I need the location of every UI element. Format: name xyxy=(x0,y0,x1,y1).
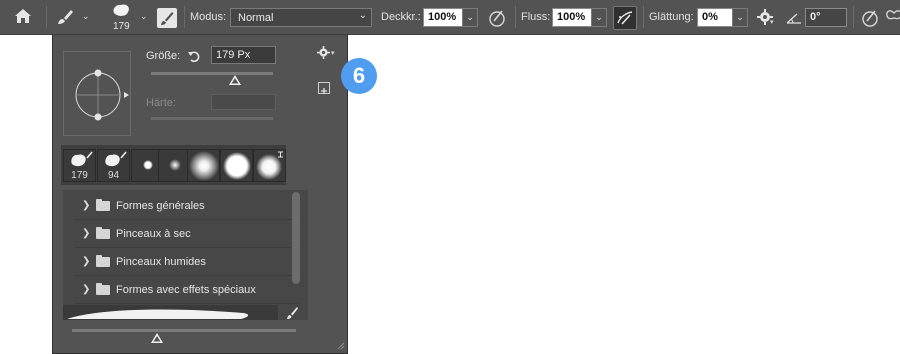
folder-label: Formes générales xyxy=(116,200,205,212)
brush-size-label: 179 xyxy=(71,170,88,181)
mode-value: Normal xyxy=(238,12,274,24)
folder-label: Pinceaux humides xyxy=(116,256,206,268)
hard-round-brush-icon xyxy=(223,152,251,180)
hardness-slider-track[interactable] xyxy=(151,117,273,120)
chevron-right-icon: ❯ xyxy=(82,200,91,211)
brush-settings-icon xyxy=(161,12,174,25)
opacity-dropdown[interactable]: ⌄ xyxy=(462,8,478,27)
butterfly-icon xyxy=(886,10,900,20)
gear-icon xyxy=(317,46,330,59)
flow-label: Fluss: xyxy=(521,11,551,23)
hardness-label: Härte: xyxy=(146,97,176,109)
home-button[interactable] xyxy=(14,8,36,28)
size-slider-track[interactable] xyxy=(151,72,273,75)
folder-label: Formes avec effets spéciaux xyxy=(116,284,256,296)
brush-icon xyxy=(58,10,73,24)
flow-dropdown[interactable]: ⌄ xyxy=(591,8,607,27)
brush-angle-roundness-control xyxy=(75,69,129,121)
size-field[interactable]: 179 Px xyxy=(211,46,276,64)
folder-icon xyxy=(96,199,110,211)
mode-select[interactable]: Normal ⌄ xyxy=(230,8,372,27)
pressure-size-icon xyxy=(862,10,878,27)
recent-brush-tile[interactable] xyxy=(220,149,253,182)
brush-icon xyxy=(287,307,298,319)
soft-round-pressure-brush-icon xyxy=(256,151,283,180)
brush-stroke-preview[interactable] xyxy=(63,305,278,320)
folder-row[interactable]: ❯ Formes avec effets spéciaux xyxy=(74,276,301,304)
brush-size-readout: 179 xyxy=(113,21,130,32)
preview-size-slider-track[interactable] xyxy=(72,329,296,332)
angle-field[interactable]: 0° xyxy=(805,8,847,27)
step-callout-badge: 6 xyxy=(341,58,377,94)
folder-icon xyxy=(96,255,110,267)
separator xyxy=(515,6,516,28)
brush-tip-icon xyxy=(105,151,127,167)
folder-icon xyxy=(96,227,110,239)
folder-icon xyxy=(96,283,110,295)
panel-settings-button[interactable]: ▾ xyxy=(317,46,337,62)
tool-preset-chevron[interactable]: ⌄ xyxy=(82,11,90,22)
brush-preset-picker[interactable]: 179 xyxy=(108,3,136,33)
folder-row[interactable]: ❯ Pinceaux humides xyxy=(74,248,301,276)
folder-row[interactable]: ❯ Pinceaux à sec xyxy=(74,220,301,248)
brush-size-label: 94 xyxy=(107,170,120,181)
new-preset-icon xyxy=(321,88,327,94)
separator xyxy=(46,6,47,28)
preview-size-slider-handle[interactable] xyxy=(151,333,163,343)
smoothing-dropdown[interactable]: ⌄ xyxy=(732,8,748,27)
pressure-opacity-icon xyxy=(489,10,505,27)
opacity-label: Deckkr.: xyxy=(381,11,421,23)
opacity-field[interactable]: 100% xyxy=(423,8,463,27)
reset-icon[interactable] xyxy=(187,49,201,63)
new-preset-button[interactable] xyxy=(318,82,330,94)
folder-row[interactable]: ❯ Formes générales xyxy=(74,192,301,220)
hardness-field[interactable] xyxy=(211,94,276,110)
brush-tip-icon xyxy=(113,4,129,16)
brush-angle-preview[interactable] xyxy=(63,51,131,136)
smoothing-options-button[interactable]: ▾ xyxy=(757,9,779,29)
brush-tip-icon xyxy=(71,151,93,167)
recent-brush-tile[interactable]: 94 xyxy=(97,149,130,182)
symmetry-button[interactable] xyxy=(884,8,900,28)
chevron-down-icon: ⌄ xyxy=(358,10,367,21)
brush-folder-list: ❯ Formes générales ❯ Pinceaux à sec ❯ Pi… xyxy=(63,190,308,320)
brush-tool-button[interactable] xyxy=(56,8,76,28)
resize-grip-icon[interactable] xyxy=(335,340,345,350)
flow-field[interactable]: 100% xyxy=(552,8,592,27)
separator xyxy=(643,6,644,28)
angle-icon xyxy=(786,13,801,24)
brush-settings-button[interactable] xyxy=(157,8,177,28)
chevron-right-icon: ❯ xyxy=(82,256,91,267)
mode-label: Modus: xyxy=(190,11,227,23)
chevron-down-icon: ▾ xyxy=(331,50,335,57)
home-icon xyxy=(15,9,31,23)
brush-preset-chevron[interactable]: ⌄ xyxy=(140,11,148,22)
pressure-opacity-button[interactable] xyxy=(487,8,507,28)
folder-label: Pinceaux à sec xyxy=(116,228,191,240)
chevron-right-icon: ❯ xyxy=(82,228,91,239)
separator xyxy=(184,6,185,28)
recent-brush-tile[interactable]: 179 xyxy=(63,149,96,182)
smoothing-field[interactable]: 0% xyxy=(697,8,733,27)
chevron-down-icon: ▾ xyxy=(770,19,774,26)
size-label: Größe: xyxy=(146,50,181,62)
soft-round-brush-icon xyxy=(189,151,219,181)
chevron-right-icon: ❯ xyxy=(82,284,91,295)
airbrush-icon xyxy=(617,11,633,25)
separator xyxy=(853,6,854,28)
airbrush-button[interactable] xyxy=(613,6,637,30)
options-bar: ⌄ 179 ⌄ Modus: Normal ⌄ Deckkr.: 100% ⌄ … xyxy=(0,0,900,35)
size-slider-handle[interactable] xyxy=(229,75,241,85)
pressure-size-button[interactable] xyxy=(860,8,880,28)
recent-brush-tile[interactable] xyxy=(187,149,220,182)
smoothing-label: Glättung: xyxy=(649,11,694,23)
brush-stroke-icon xyxy=(67,309,249,319)
folder-list-scrollbar[interactable] xyxy=(292,192,300,284)
recent-brush-tile[interactable] xyxy=(253,149,286,182)
